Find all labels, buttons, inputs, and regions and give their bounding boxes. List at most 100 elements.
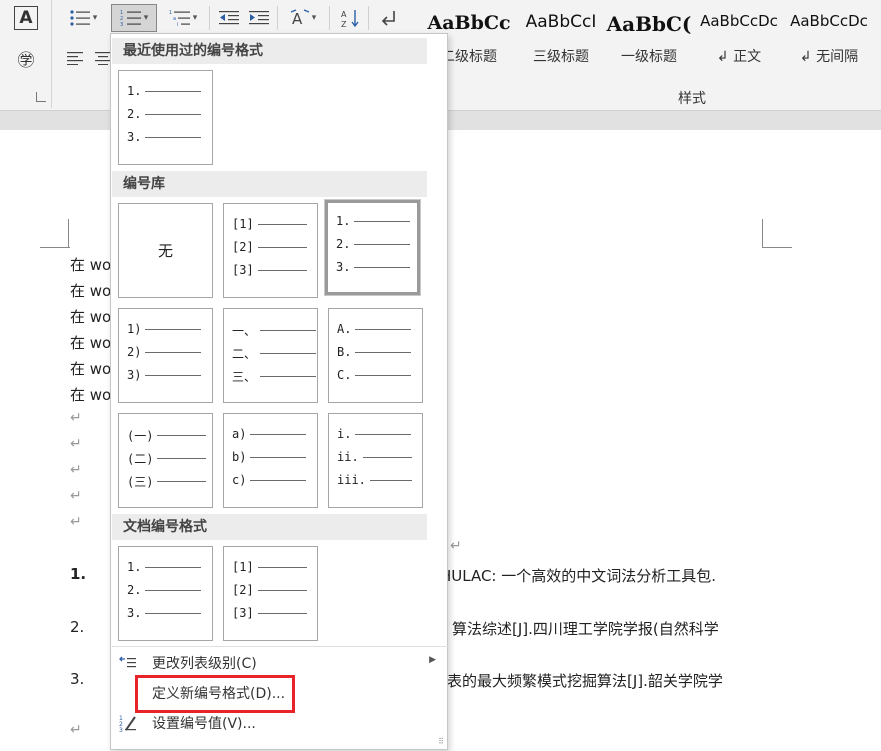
- recent-format-tile[interactable]: 1. 2. 3.: [118, 70, 213, 165]
- show-marks-button[interactable]: [374, 6, 402, 30]
- numbering-sample-line: [257, 246, 307, 248]
- page-corner-mark: [40, 246, 70, 248]
- numbering-sample-row: [2]: [232, 583, 307, 597]
- paragraph-mark: ↵: [70, 462, 82, 478]
- style-sample: AaBbCc: [427, 12, 511, 34]
- chinese-layout-button[interactable]: A ▾: [283, 6, 323, 30]
- decrease-indent-button[interactable]: [215, 6, 243, 30]
- numbering-sample-line: [257, 223, 307, 225]
- numbering-sample-line: [257, 589, 307, 591]
- group-divider: [51, 0, 52, 108]
- list-number: 2.: [70, 618, 85, 636]
- numbering-sample-label: 三、: [232, 370, 257, 384]
- resize-grip-icon[interactable]: ⠿: [438, 737, 444, 746]
- align-left-button[interactable]: [64, 48, 86, 68]
- document-format-tile[interactable]: 1. 2. 3.: [118, 546, 213, 641]
- numbering-sample-row: 2.: [336, 237, 411, 251]
- style-item[interactable]: AaBbCcDc ↲ 正文: [695, 0, 783, 76]
- numbering-sample-label: 3): [127, 368, 142, 382]
- list-number: 1.: [70, 565, 87, 583]
- numbering-sample-line: [145, 612, 202, 614]
- library-format-tile[interactable]: a) b) c): [223, 413, 318, 508]
- phonetic-guide-icon[interactable]: ㊫: [14, 46, 38, 71]
- numbering-sample-label: ii.: [337, 450, 359, 464]
- style-name: 一级标题: [621, 49, 677, 65]
- svg-text:Z: Z: [341, 20, 347, 28]
- list-text: 表的最大频繁模式挖掘算法[J].韶关学院学: [447, 672, 723, 690]
- set-numbering-value-item[interactable]: 1 2 3 设置编号值(V)...: [112, 709, 448, 737]
- paragraph-mark: ↵: [70, 514, 82, 530]
- numbering-sample-row: [1]: [232, 217, 307, 231]
- library-format-tile[interactable]: [1] [2] [3]: [223, 203, 318, 298]
- numbering-sample-row: C.: [337, 368, 412, 382]
- svg-text:A: A: [341, 10, 347, 19]
- multilevel-list-button[interactable]: 1ai ▾: [161, 6, 205, 30]
- change-list-level-item[interactable]: 更改列表级别(C) ▶: [112, 649, 448, 677]
- numbering-sample-line: [354, 266, 411, 268]
- numbering-sample-label: [2]: [232, 583, 254, 597]
- numbering-sample-row: 三、: [232, 368, 317, 385]
- menu-item-label: 设置编号值(V)...: [152, 716, 256, 732]
- numbering-button[interactable]: 123 ▾: [111, 4, 157, 32]
- numbering-sample-row: [1]: [232, 560, 307, 574]
- document-line: 在 wo: [70, 256, 112, 274]
- increase-indent-icon: [249, 11, 269, 25]
- svg-text:3: 3: [120, 22, 123, 27]
- numbering-library-header: 编号库: [112, 171, 427, 197]
- page-corner-mark: [762, 246, 792, 248]
- numbering-sample-line: [257, 269, 307, 271]
- library-format-tile[interactable]: A. B. C.: [328, 308, 423, 403]
- sort-button[interactable]: AZ: [336, 6, 364, 30]
- library-format-tile[interactable]: i. ii. iii.: [328, 413, 423, 508]
- style-item[interactable]: AaBbCcDc ↲ 无间隔: [785, 0, 873, 76]
- numbering-sample-line: [362, 456, 412, 458]
- sort-icon: AZ: [341, 10, 359, 28]
- style-name: 三级标题: [533, 49, 589, 65]
- style-item[interactable]: AaBbCcI 三级标题: [517, 0, 605, 76]
- numbering-sample-line: [257, 612, 307, 614]
- style-item[interactable]: AaBbC( 一级标题: [605, 0, 693, 76]
- numbering-sample-row: [3]: [232, 263, 307, 277]
- numbering-sample-row: 1.: [127, 84, 202, 98]
- numbering-sample-label: 2.: [336, 237, 351, 251]
- align-center-icon: [95, 52, 111, 65]
- numbering-sample-line: [145, 328, 202, 330]
- numbering-sample-line: [145, 351, 202, 353]
- numbering-sample-row: 3.: [336, 260, 411, 274]
- library-format-tile[interactable]: (一) (二) (三): [118, 413, 213, 508]
- style-name: ↲ 正文: [716, 49, 762, 65]
- numbering-sample-row: 3.: [127, 130, 202, 144]
- style-sample: AaBbCcDc: [790, 12, 868, 30]
- numbering-sample-line: [157, 481, 207, 482]
- font-dialog-launcher-icon[interactable]: [36, 92, 46, 102]
- font-color-icon[interactable]: A: [14, 6, 38, 30]
- style-sample: AaBbC(: [606, 12, 692, 36]
- numbering-sample-label: [3]: [232, 263, 254, 277]
- document-line: 在 wo: [70, 360, 112, 378]
- numbering-sample-label: iii.: [337, 473, 366, 487]
- document-line: 在 wo: [70, 334, 112, 352]
- show-paragraph-marks-icon: [381, 11, 395, 26]
- bullets-button[interactable]: ▾: [60, 6, 106, 30]
- numbering-sample-row: [3]: [232, 606, 307, 620]
- toolbar-separator: [368, 6, 369, 30]
- library-format-tile[interactable]: 1. 2. 3.: [324, 199, 421, 296]
- svg-text:i: i: [177, 22, 178, 27]
- list-number: 3.: [70, 670, 85, 688]
- library-format-tile[interactable]: 一、 二、 三、: [223, 308, 318, 403]
- numbering-none-tile[interactable]: 无: [118, 203, 213, 298]
- numbering-sample-label: B.: [337, 345, 352, 359]
- document-format-tile[interactable]: [1] [2] [3]: [223, 546, 318, 641]
- numbering-sample-row: A.: [337, 322, 412, 336]
- numbering-sample-line: [157, 435, 207, 436]
- library-format-tile[interactable]: 1) 2) 3): [118, 308, 213, 403]
- change-level-icon: [119, 654, 137, 672]
- numbering-sample-line: [145, 374, 202, 376]
- toolbar-separator: [329, 6, 330, 30]
- numbering-sample-row: 2): [127, 345, 202, 359]
- increase-indent-button[interactable]: [245, 6, 273, 30]
- numbering-sample-label: 1.: [336, 214, 351, 228]
- chevron-down-icon: ▾: [92, 13, 98, 23]
- numbering-sample-line: [260, 376, 317, 377]
- numbering-sample-label: 1): [127, 322, 142, 336]
